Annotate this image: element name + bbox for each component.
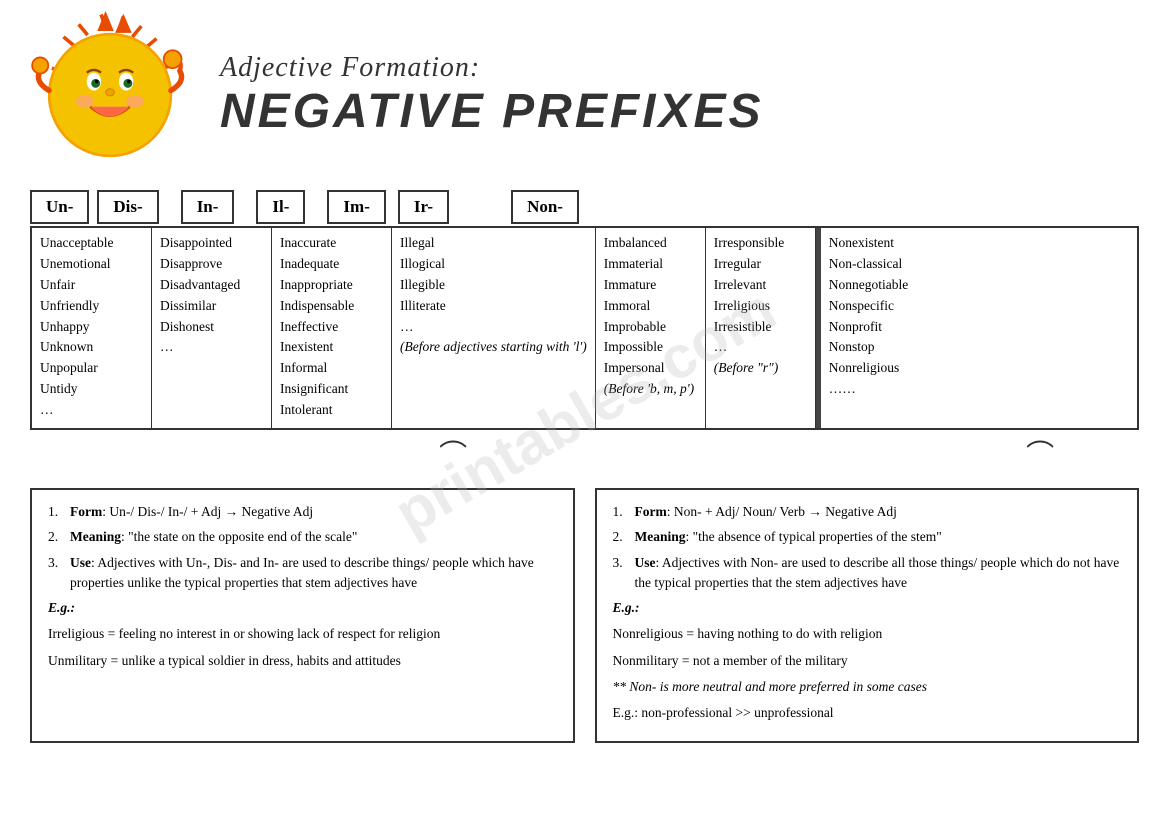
word-non-1: Nonexistent <box>829 234 933 253</box>
word-un-7: Unpopular <box>40 359 143 378</box>
prefix-header-un: Un- <box>30 190 89 224</box>
word-dis-4: Dissimilar <box>160 297 263 316</box>
word-un-2: Unemotional <box>40 255 143 274</box>
header-section: Adjective Formation: NEGATIVE PREFIXES <box>20 10 1149 180</box>
word-non-4: Nonspecific <box>829 297 933 316</box>
word-il-note: (Before adjectives starting with 'l') <box>400 338 587 357</box>
word-ir-2: Irregular <box>714 255 807 274</box>
bottom-section: 1. Form: Un-/ Dis-/ In-/ + Adj → Negativ… <box>20 478 1149 753</box>
word-in-6: Inexistent <box>280 338 383 357</box>
info-left-item-1: 1. Form: Un-/ Dis-/ In-/ + Adj → Negativ… <box>48 502 557 522</box>
info-left-item-3: 3. Use: Adjectives with Un-, Dis- and In… <box>48 553 557 594</box>
col-un: Unacceptable Unemotional Unfair Unfriend… <box>32 228 152 428</box>
main-columns: Unacceptable Unemotional Unfair Unfriend… <box>30 226 1139 430</box>
prefix-header-im: Im- <box>327 190 385 224</box>
word-im-3: Immature <box>604 276 697 295</box>
word-il-5: … <box>400 318 587 337</box>
word-im-7: Impersonal <box>604 359 697 378</box>
word-un-1: Unacceptable <box>40 234 143 253</box>
word-non-7: Nonreligious <box>829 359 933 378</box>
word-un-8: Untidy <box>40 380 143 399</box>
word-il-2: Illogical <box>400 255 587 274</box>
word-in-3: Inappropriate <box>280 276 383 295</box>
word-im-4: Immoral <box>604 297 697 316</box>
info-box-right: 1. Form: Non- + Adj/ Noun/ Verb → Negati… <box>595 488 1140 743</box>
page: Adjective Formation: NEGATIVE PREFIXES U… <box>0 0 1169 821</box>
prefix-header-il: Il- <box>256 190 305 224</box>
word-un-5: Unhappy <box>40 318 143 337</box>
info-left-eg-label: E.g.: <box>48 598 557 618</box>
brace-right: ⌒ <box>941 433 1139 473</box>
title-area: Adjective Formation: NEGATIVE PREFIXES <box>200 52 1149 139</box>
info-right-example-2: Nonmilitary = not a member of the milita… <box>613 651 1122 671</box>
word-ir-4: Irreligious <box>714 297 807 316</box>
word-non-6: Nonstop <box>829 338 933 357</box>
word-un-3: Unfair <box>40 276 143 295</box>
col-il: Illegal Illogical Illegible Illiterate …… <box>392 228 596 428</box>
word-im-2: Immaterial <box>604 255 697 274</box>
word-un-4: Unfriendly <box>40 297 143 316</box>
info-right-item-2: 2. Meaning: "the absence of typical prop… <box>613 527 1122 547</box>
info-right-note: ** Non- is more neutral and more preferr… <box>613 677 1122 697</box>
word-im-6: Impossible <box>604 338 697 357</box>
word-ir-note: (Before "r") <box>714 359 807 378</box>
word-im-5: Improbable <box>604 318 697 337</box>
word-in-7: Informal <box>280 359 383 378</box>
prefix-header-row: Un- Dis- In- Il- Im- Ir- Non- <box>20 190 1149 224</box>
prefix-header-ir: Ir- <box>398 190 449 224</box>
info-right-example-1: Nonreligious = having nothing to do with… <box>613 624 1122 644</box>
word-non-2: Non-classical <box>829 255 933 274</box>
word-in-9: Intolerant <box>280 401 383 420</box>
main-title: NEGATIVE PREFIXES <box>220 84 1149 139</box>
brace-row: ⌒ ⌒ <box>20 433 1149 473</box>
word-dis-2: Disapprove <box>160 255 263 274</box>
word-in-1: Inaccurate <box>280 234 383 253</box>
word-ir-5: Irresistible <box>714 318 807 337</box>
brace-left: ⌒ <box>30 433 936 473</box>
word-dis-3: Disadvantaged <box>160 276 263 295</box>
word-dis-1: Disappointed <box>160 234 263 253</box>
col-non: Nonexistent Non-classical Nonnegotiable … <box>821 228 941 428</box>
word-il-4: Illiterate <box>400 297 587 316</box>
word-un-6: Unknown <box>40 338 143 357</box>
subtitle: Adjective Formation: <box>220 52 1149 84</box>
word-im-1: Imbalanced <box>604 234 697 253</box>
word-dis-5: Dishonest <box>160 318 263 337</box>
prefix-header-in: In- <box>181 190 235 224</box>
word-il-1: Illegal <box>400 234 587 253</box>
word-in-8: Insignificant <box>280 380 383 399</box>
word-in-2: Inadequate <box>280 255 383 274</box>
info-right-item-3: 3. Use: Adjectives with Non- are used to… <box>613 553 1122 594</box>
word-il-3: Illegible <box>400 276 587 295</box>
word-ir-1: Irresponsible <box>714 234 807 253</box>
info-left-example-1: Irreligious = feeling no interest in or … <box>48 624 557 644</box>
word-ir-6: … <box>714 338 807 357</box>
col-in: Inaccurate Inadequate Inappropriate Indi… <box>272 228 392 428</box>
word-in-5: Ineffective <box>280 318 383 337</box>
col-ir: Irresponsible Irregular Irrelevant Irrel… <box>706 228 816 428</box>
word-im-note: (Before 'b, m, p') <box>604 380 697 399</box>
word-non-8: …… <box>829 380 933 399</box>
sun-illustration <box>20 10 200 180</box>
info-left-example-2: Unmilitary = unlike a typical soldier in… <box>48 651 557 671</box>
word-un-9: … <box>40 401 143 420</box>
col-im: Imbalanced Immaterial Immature Immoral I… <box>596 228 706 428</box>
prefix-header-dis: Dis- <box>97 190 158 224</box>
info-right-item-1: 1. Form: Non- + Adj/ Noun/ Verb → Negati… <box>613 502 1122 522</box>
col-dis: Disappointed Disapprove Disadvantaged Di… <box>152 228 272 428</box>
info-right-eg-label: E.g.: <box>613 598 1122 618</box>
word-non-5: Nonprofit <box>829 318 933 337</box>
prefix-header-non: Non- <box>511 190 579 224</box>
info-box-left: 1. Form: Un-/ Dis-/ In-/ + Adj → Negativ… <box>30 488 575 743</box>
info-left-item-2: 2. Meaning: "the state on the opposite e… <box>48 527 557 547</box>
word-ir-3: Irrelevant <box>714 276 807 295</box>
word-in-4: Indispensable <box>280 297 383 316</box>
word-dis-6: … <box>160 338 263 357</box>
info-right-extra-eg: E.g.: non-professional >> unprofessional <box>613 703 1122 723</box>
word-non-3: Nonnegotiable <box>829 276 933 295</box>
